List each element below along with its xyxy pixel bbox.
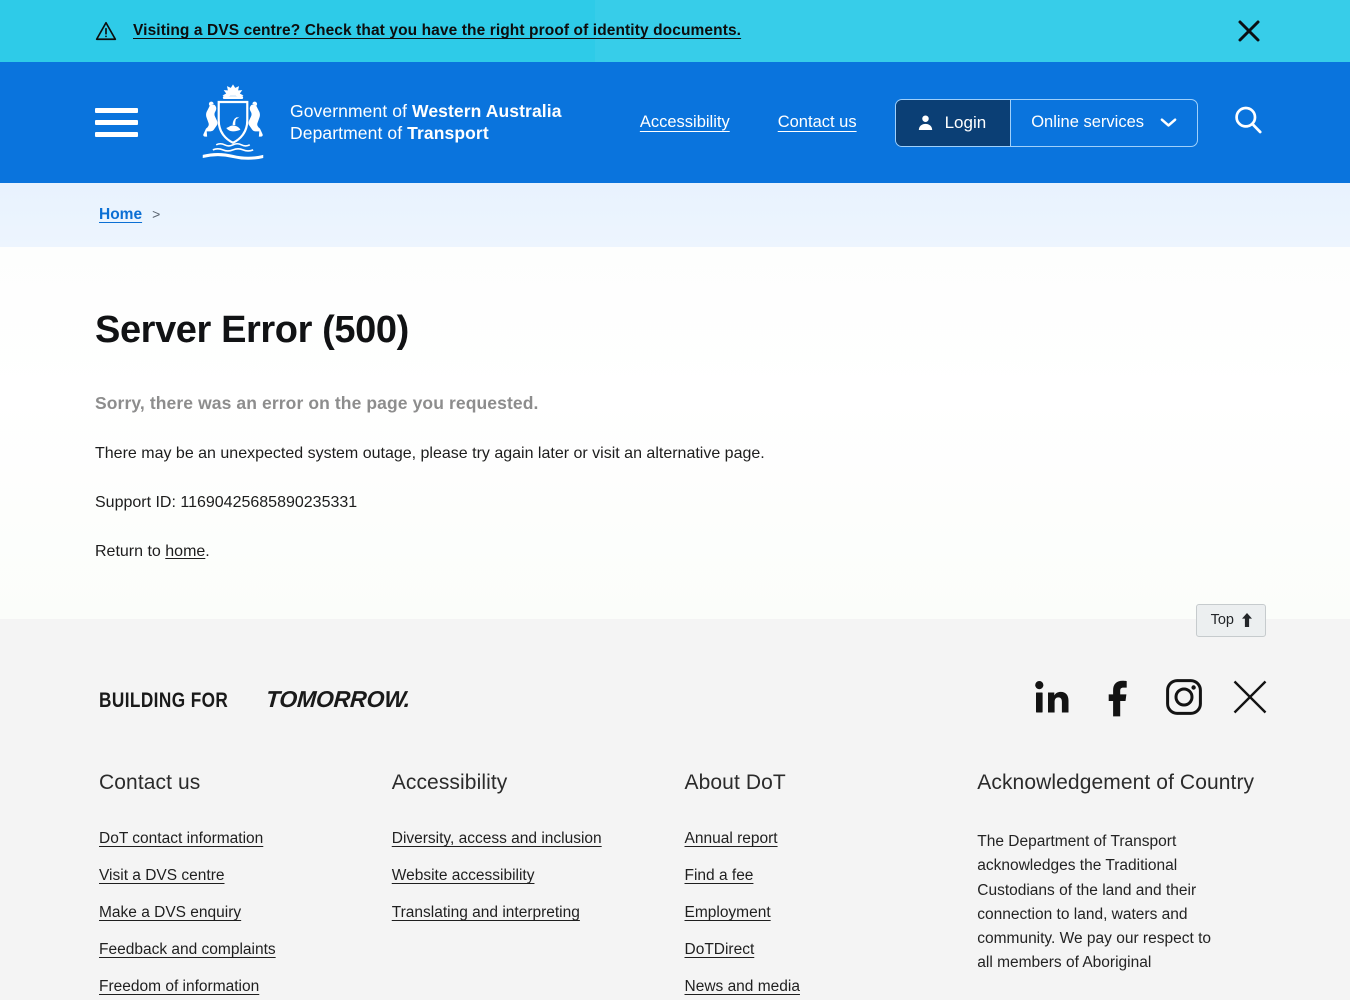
chevron-down-icon [1160,117,1177,128]
footer-link[interactable]: Feedback and complaints [99,941,392,959]
footer-column-about-dot: About DoT Annual report Find a fee Emplo… [685,770,978,1000]
search-icon [1231,103,1265,142]
person-icon [916,113,935,132]
breadcrumb-separator: > [152,206,161,222]
nav-link-contact-us[interactable]: Contact us [778,113,857,132]
arrow-up-icon [1241,613,1253,627]
return-suffix: . [205,543,210,560]
footer-top-row: BUILDING FOR TOMORROW. [99,619,1270,722]
burger-bar [95,108,138,113]
facebook-icon[interactable] [1098,677,1138,722]
footer-link[interactable]: Website accessibility [392,867,685,885]
acknowledgement-heading: Acknowledgement of Country [977,771,1255,794]
error-lede-text: Sorry, there was an error on the page yo… [95,393,539,413]
footer-link[interactable]: DoT contact information [99,830,392,848]
support-id-line: Support ID: 11690425685890235331 [95,494,1350,512]
support-id-label: Support ID: [95,494,181,511]
search-button[interactable] [1226,101,1270,145]
footer-heading: About DoT [684,771,786,794]
alert-close-button[interactable] [1234,16,1264,46]
acknowledgement-body: The Department of Transport acknowledges… [977,833,1211,972]
wa-government-crest-icon [190,81,276,165]
online-services-label: Online services [1031,113,1144,131]
back-to-top-button[interactable]: Top [1195,604,1266,637]
nav-link-accessibility[interactable]: Accessibility [640,113,730,132]
footer-column-acknowledgement: Acknowledgement of Country The Departmen… [977,770,1270,1000]
warning-triangle-icon [95,20,117,42]
footer-link[interactable]: Visit a DVS centre [99,867,392,885]
footer-link[interactable]: Find a fee [685,867,978,885]
brand-line-1: Government of Western Australia [290,101,562,122]
footer-link[interactable]: Translating and interpreting [392,904,685,922]
top-button-label: Top [1210,612,1234,628]
tagline-part-2: TOMORROW. [264,686,411,712]
page-title: Server Error (500) [95,309,409,351]
error-description: There may be an unexpected system outage… [95,445,765,462]
burger-bar [95,120,138,125]
footer-column-contact-us: Contact us DoT contact information Visit… [99,770,392,1000]
footer-heading: Contact us [99,771,201,794]
footer-link[interactable]: DoTDirect [685,941,978,959]
tagline-part-1: BUILDING FOR [99,689,229,712]
return-prefix: Return to [95,543,166,560]
breadcrumb-item-home[interactable]: Home [99,206,142,224]
online-services-dropdown[interactable]: Online services [1011,100,1197,146]
social-links [1032,677,1270,722]
alert-message-link[interactable]: Visiting a DVS centre? Check that you ha… [133,22,741,40]
header-navigation: Accessibility Contact us Login Online se… [640,98,1270,147]
footer-link[interactable]: Annual report [685,830,978,848]
linkedin-icon[interactable] [1032,677,1072,722]
footer-column-accessibility: Accessibility Diversity, access and incl… [392,770,685,1000]
burger-bar [95,132,138,137]
instagram-icon[interactable] [1164,677,1204,722]
account-button-group: Login Online services [894,98,1198,147]
footer-link[interactable]: Make a DVS enquiry [99,904,392,922]
site-title: Government of Western Australia Departme… [290,101,562,144]
alert-content: Visiting a DVS centre? Check that you ha… [95,20,741,42]
site-alert-banner: Visiting a DVS centre? Check that you ha… [0,0,1350,62]
x-twitter-icon[interactable] [1230,677,1270,722]
site-logo[interactable]: Government of Western Australia Departme… [190,81,562,165]
brand-line-2: Department of Transport [290,122,489,143]
footer-link[interactable]: Employment [685,904,978,922]
footer-link[interactable]: News and media [685,978,978,996]
footer-columns: Contact us DoT contact information Visit… [99,770,1270,1000]
login-label: Login [944,112,987,132]
login-button[interactable]: Login [895,99,1012,146]
breadcrumb: Home > [99,206,160,224]
return-home-line: Return to home. [95,543,1350,561]
breadcrumb-band: Home > [0,183,1350,247]
footer-heading: Accessibility [391,771,508,794]
hamburger-menu-icon[interactable] [95,108,138,137]
footer-link[interactable]: Diversity, access and inclusion [392,830,685,848]
footer-link[interactable]: Freedom of information [99,978,392,996]
home-link[interactable]: home [165,543,205,560]
site-footer: BUILDING FOR TOMORROW. Contact us DoT co… [0,619,1350,1000]
main-content: Server Error (500) Sorry, there was an e… [0,247,1350,638]
support-id-value: 11690425685890235331 [180,494,358,511]
site-header: Government of Western Australia Departme… [0,62,1350,183]
building-for-tomorrow-logo: BUILDING FOR TOMORROW. [99,686,411,713]
